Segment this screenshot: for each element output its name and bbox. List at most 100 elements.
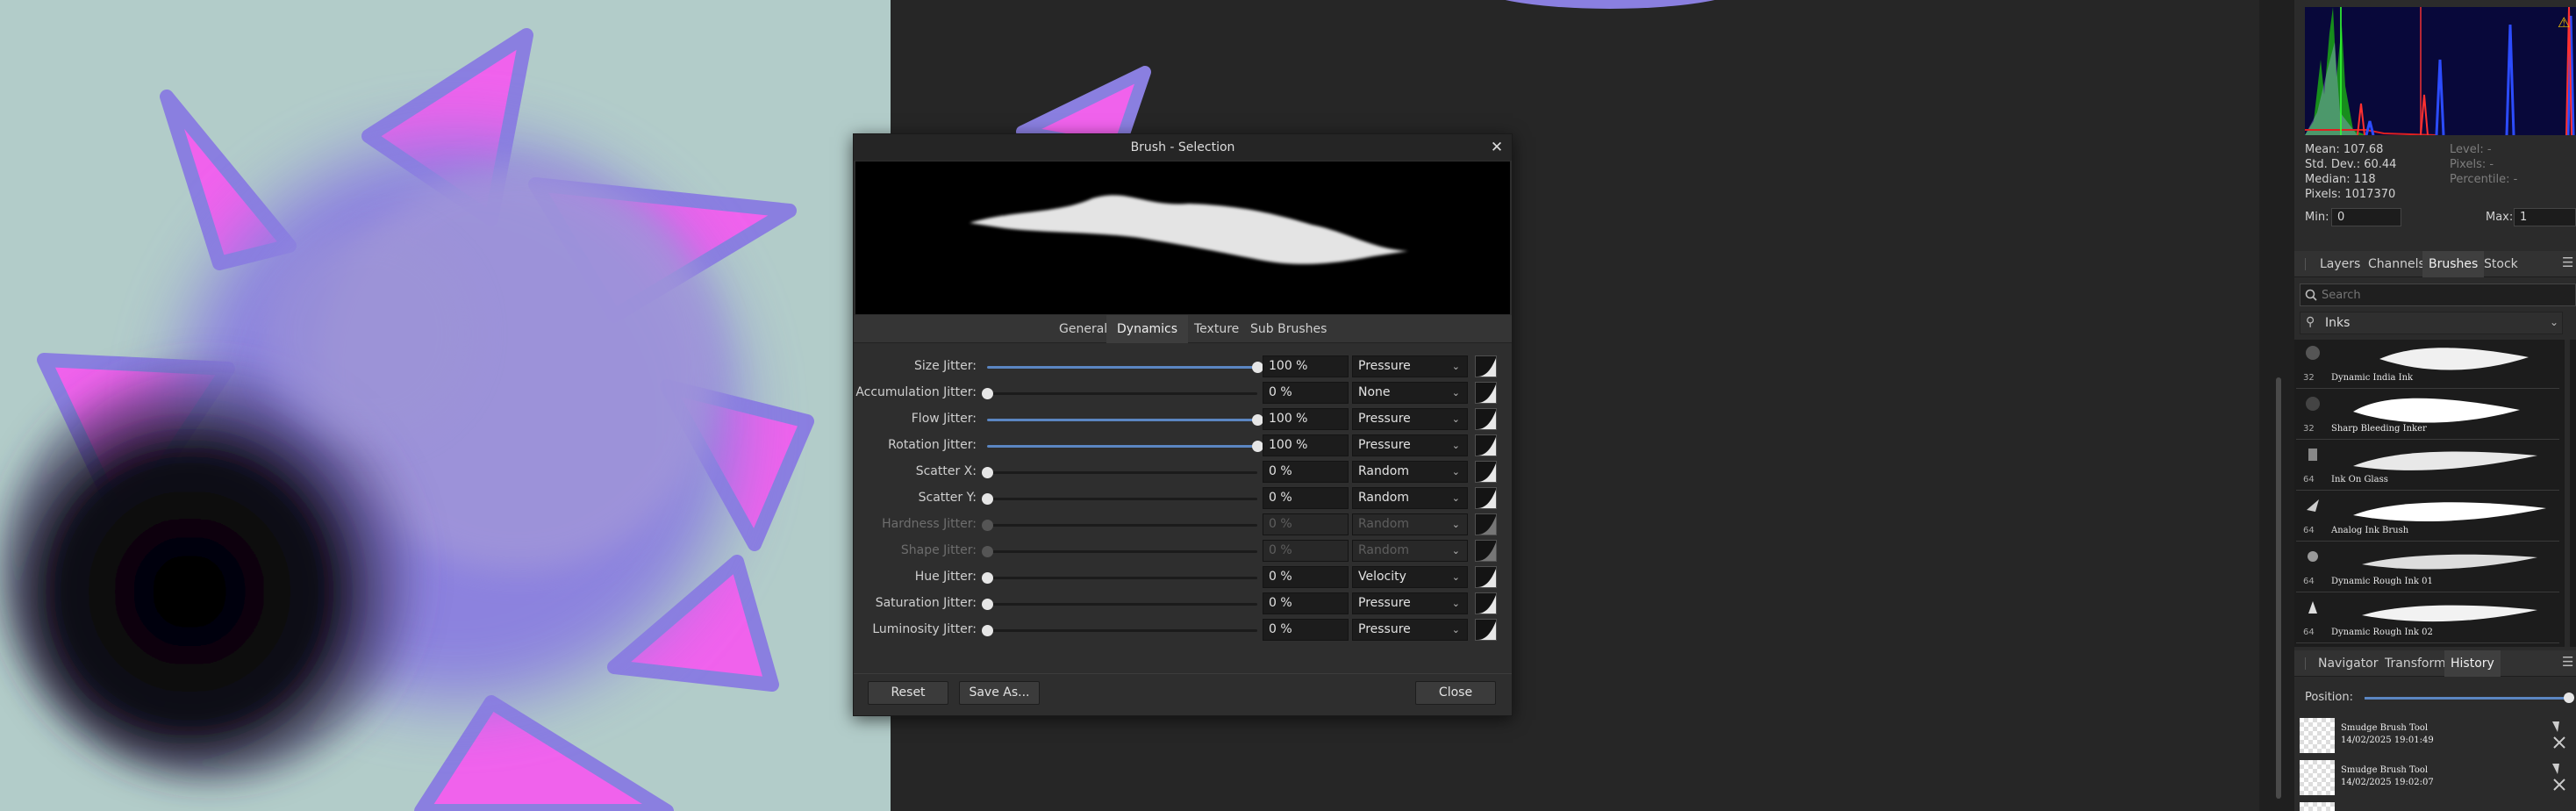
brush-item[interactable]: 64 Dynamic Rough Ink 01 — [2296, 543, 2559, 592]
controller-select[interactable]: Velocity ⌄ — [1352, 566, 1468, 588]
tab-navigator[interactable]: Navigator — [2312, 650, 2385, 677]
slider-fill — [987, 419, 1257, 421]
dynamics-row: Hardness Jitter: 0 % Random ⌄ — [854, 512, 1512, 538]
brush-item[interactable]: 32 Dynamic India Ink — [2296, 340, 2559, 389]
tab-layers[interactable]: Layers — [2314, 251, 2366, 277]
tab-dynamics[interactable]: Dynamics — [1106, 315, 1189, 343]
brush-search-input[interactable] — [2322, 287, 2567, 303]
controller-select[interactable]: Random ⌄ — [1352, 487, 1468, 509]
value-field[interactable]: 100 % — [1263, 355, 1349, 377]
hist-max-field[interactable]: 1 — [2514, 208, 2576, 226]
history-item-name: Smudge Brush Tool — [2341, 723, 2429, 733]
jitter-slider[interactable] — [987, 414, 1263, 426]
slider-knob[interactable] — [982, 599, 993, 610]
history-item[interactable]: Smudge Brush Tool 14/02/2025 19:01:49 — [2294, 714, 2576, 755]
pressure-curve-icon[interactable] — [1475, 592, 1497, 614]
chevron-down-icon: ⌄ — [1451, 598, 1460, 609]
tab-brushes[interactable]: Brushes — [2422, 251, 2485, 277]
slider-knob — [982, 520, 993, 531]
panel-menu-icon[interactable]: ☰ — [2562, 255, 2573, 270]
brush-preview-stroke — [970, 195, 1408, 264]
value-field[interactable]: 0 % — [1263, 382, 1349, 404]
pressure-curve-icon[interactable] — [1475, 619, 1497, 641]
controller-select[interactable]: None ⌄ — [1352, 382, 1468, 404]
close-button[interactable]: Close — [1415, 681, 1496, 705]
value-field[interactable]: 0 % — [1263, 566, 1349, 588]
tab-sub-brushes[interactable]: Sub Brushes — [1240, 315, 1337, 343]
document-canvas[interactable] — [0, 0, 891, 811]
brush-thumbnail-icon — [2308, 551, 2318, 562]
value-field[interactable]: 0 % — [1263, 592, 1349, 614]
controller-value: Pressure — [1358, 438, 1411, 452]
tab-transform[interactable]: Transform — [2379, 650, 2452, 677]
row-label: Size Jitter: — [913, 359, 977, 373]
brush-category-select[interactable]: ⚲ Inks ⌄ — [2300, 312, 2563, 334]
hist-level: Level: - — [2450, 143, 2492, 156]
jitter-slider[interactable] — [987, 362, 1263, 373]
pressure-curve-icon[interactable] — [1475, 355, 1497, 377]
panel-scrollbar[interactable] — [2276, 377, 2281, 799]
row-label: Accumulation Jitter: — [855, 385, 977, 399]
slider-knob[interactable] — [982, 625, 993, 636]
close-icon[interactable]: ✕ — [1487, 138, 1506, 157]
brush-item[interactable]: 64 Analog Ink Brush — [2296, 492, 2559, 542]
jitter-slider[interactable] — [982, 493, 1257, 505]
pressure-curve-icon[interactable] — [1475, 408, 1497, 430]
jitter-slider[interactable] — [982, 388, 1257, 399]
brush-thumbnail-icon — [2307, 499, 2319, 512]
dynamics-row: Luminosity Jitter: 0 % Pressure ⌄ — [854, 617, 1512, 643]
brush-item[interactable]: 64 Dynamic Rough Ink 02 — [2296, 594, 2559, 643]
controller-select[interactable]: Pressure ⌄ — [1352, 408, 1468, 430]
history-slider-knob[interactable] — [2564, 693, 2574, 703]
tab-channels[interactable]: Channels — [2362, 251, 2431, 277]
controller-select[interactable]: Pressure ⌄ — [1352, 355, 1468, 377]
history-item-time: 14/02/2025 19:02:07 — [2341, 778, 2434, 787]
value-field[interactable]: 100 % — [1263, 434, 1349, 456]
value-field[interactable]: 100 % — [1263, 408, 1349, 430]
slider-knob[interactable] — [982, 493, 993, 505]
jitter-slider[interactable] — [982, 467, 1257, 478]
slider-knob[interactable] — [982, 467, 993, 478]
brush-item[interactable]: 32 Sharp Bleeding Inker — [2296, 391, 2559, 440]
tab-stock[interactable]: Stock — [2478, 251, 2524, 277]
pressure-curve-icon[interactable] — [1475, 566, 1497, 588]
pressure-curve-icon[interactable] — [1475, 434, 1497, 456]
hist-min-field[interactable]: 0 — [2331, 208, 2401, 226]
slider-knob[interactable] — [982, 572, 993, 584]
history-item[interactable]: Smudge Brush Tool 14/02/2025 19:02:07 — [2294, 757, 2576, 797]
history-position-slider[interactable] — [2365, 693, 2574, 703]
jitter-slider[interactable] — [982, 625, 1257, 636]
pressure-curve-icon[interactable] — [1475, 487, 1497, 509]
canvas-artwork — [0, 28, 814, 811]
pressure-curve-icon[interactable] — [1475, 461, 1497, 483]
controller-select[interactable]: Pressure ⌄ — [1352, 592, 1468, 614]
controller-select[interactable]: Pressure ⌄ — [1352, 434, 1468, 456]
brush-item[interactable]: 64 Ink On Glass — [2296, 441, 2559, 491]
jitter-slider[interactable] — [982, 599, 1257, 610]
controller-select: Random ⌄ — [1352, 540, 1468, 562]
dynamics-row: Scatter X: 0 % Random ⌄ — [854, 459, 1512, 485]
jitter-slider[interactable] — [987, 441, 1263, 452]
controller-value: None — [1358, 385, 1391, 399]
brush-list-scrollbar[interactable] — [2565, 340, 2570, 647]
brush-name: Analog Ink Brush — [2331, 526, 2409, 535]
brush-search-box[interactable] — [2300, 283, 2576, 306]
value-field[interactable]: 0 % — [1263, 619, 1349, 641]
pressure-curve-icon[interactable] — [1475, 382, 1497, 404]
history-thumbnail — [2300, 760, 2335, 795]
controller-value: Random — [1358, 464, 1409, 478]
chevron-down-icon: ⌄ — [1451, 387, 1460, 398]
value-field[interactable]: 0 % — [1263, 487, 1349, 509]
tab-history[interactable]: History — [2444, 650, 2501, 677]
history-item[interactable] — [2294, 799, 2576, 811]
brush-preview — [855, 161, 1510, 314]
warning-icon[interactable]: ⚠ — [2558, 14, 2570, 31]
value-field[interactable]: 0 % — [1263, 461, 1349, 483]
panel-menu-icon[interactable]: ☰ — [2562, 654, 2573, 670]
slider-knob[interactable] — [982, 388, 993, 399]
reset-button[interactable]: Reset — [868, 681, 948, 705]
save-as-button[interactable]: Save As... — [959, 681, 1040, 705]
jitter-slider[interactable] — [982, 572, 1257, 584]
controller-select[interactable]: Pressure ⌄ — [1352, 619, 1468, 641]
controller-select[interactable]: Random ⌄ — [1352, 461, 1468, 483]
